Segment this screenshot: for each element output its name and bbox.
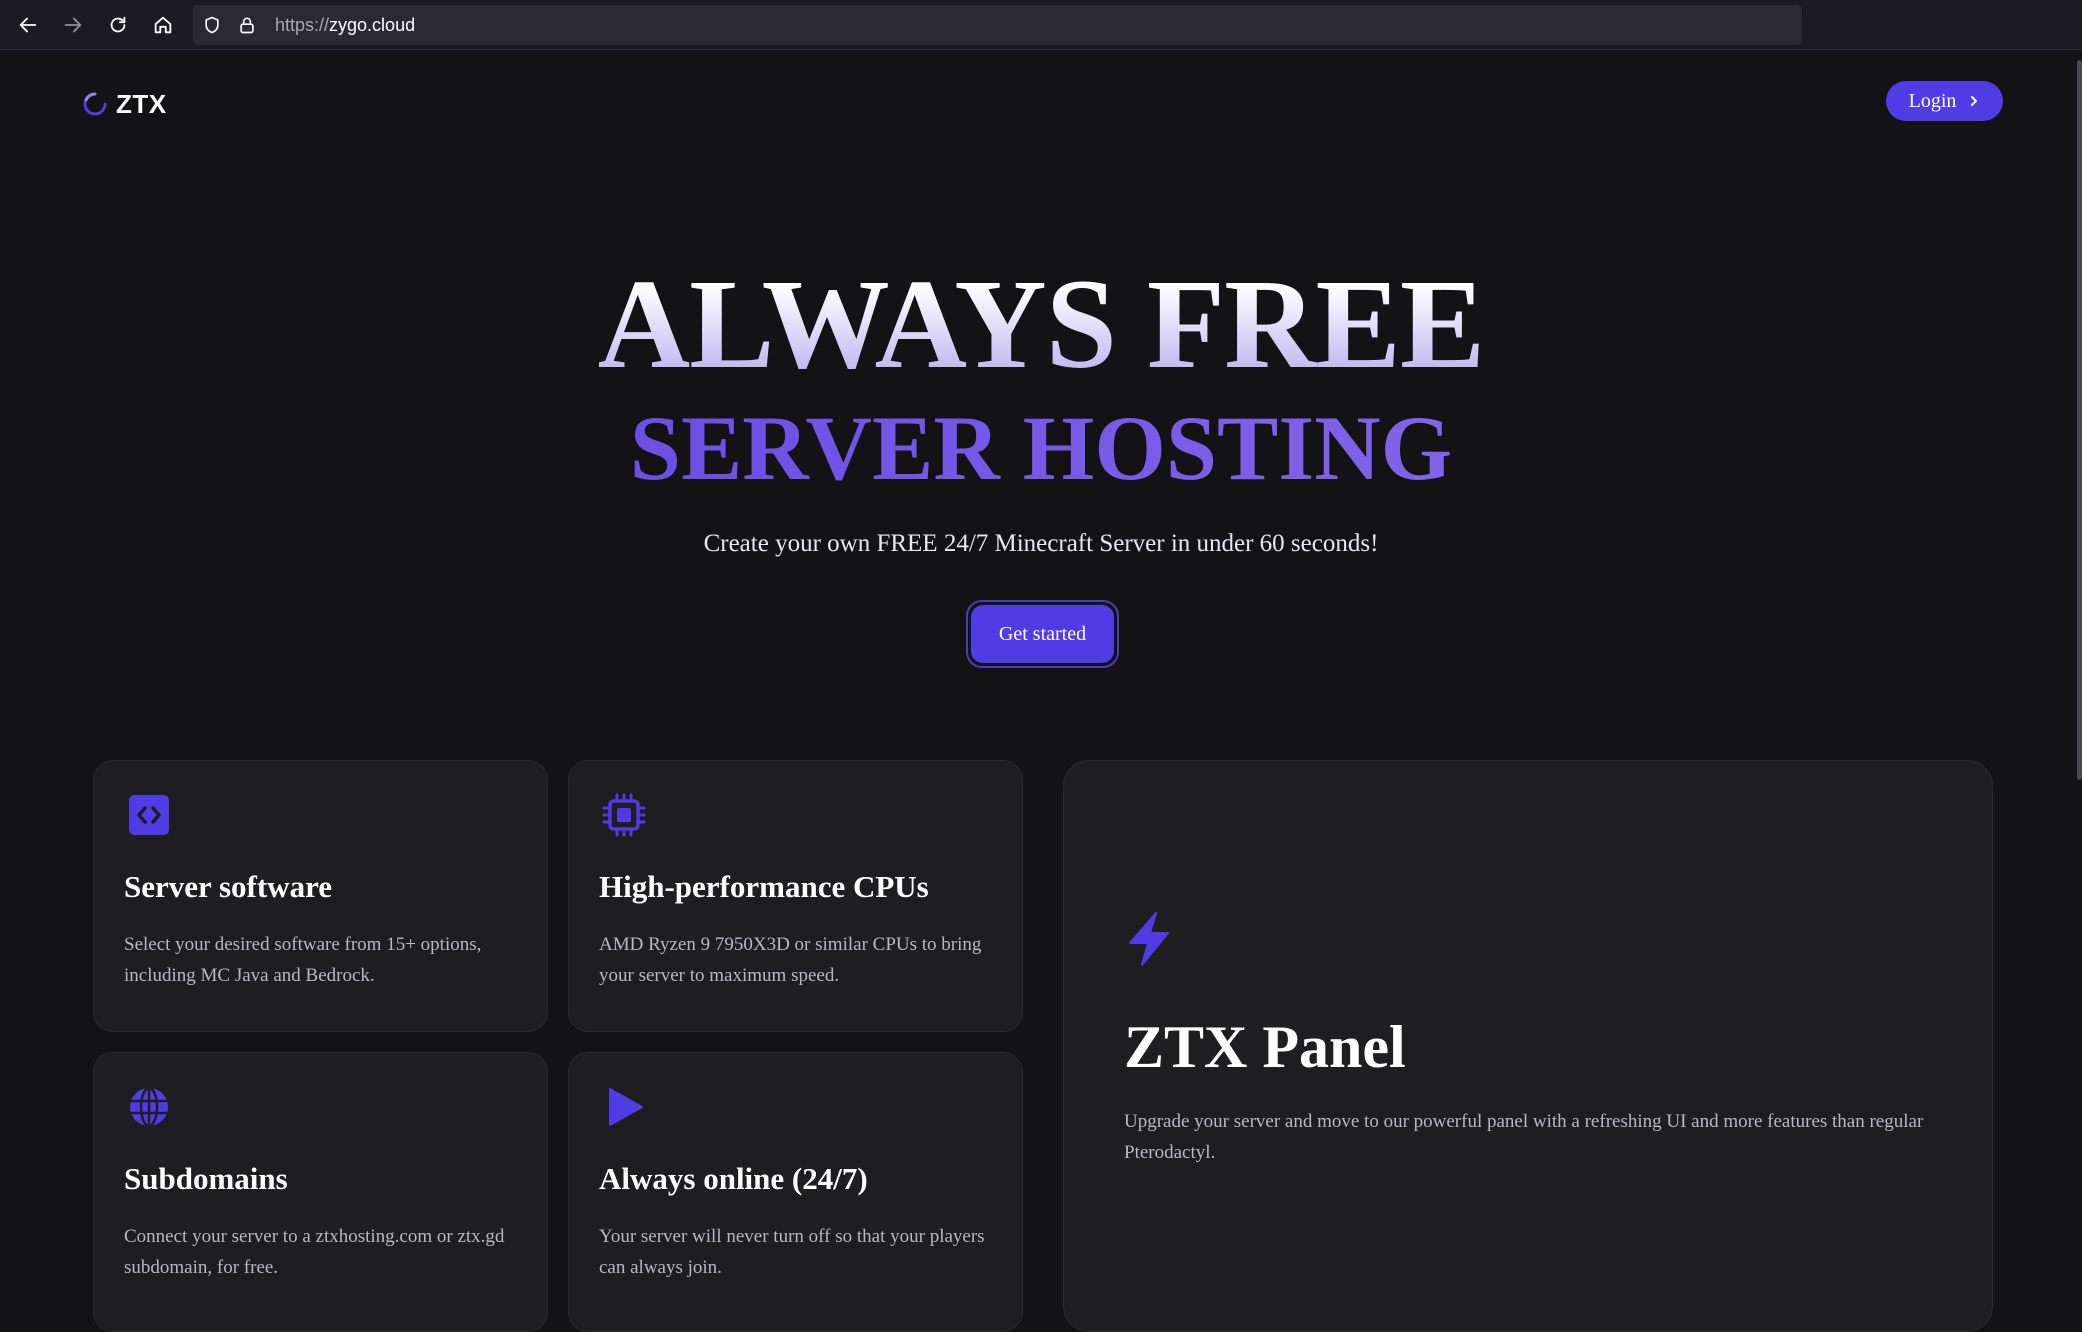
globe-icon	[130, 1086, 168, 1128]
url-host: zygo.cloud	[329, 14, 416, 35]
feature-card-always-online: Always online (24/7) Your server will ne…	[568, 1052, 1023, 1332]
forward-button[interactable]	[57, 9, 89, 41]
lock-icon[interactable]	[237, 15, 257, 35]
home-icon	[154, 16, 172, 34]
browser-toolbar: https://zygo.cloud	[0, 0, 2082, 50]
arrow-left-icon	[19, 17, 37, 33]
feature-title: Server software	[124, 869, 333, 904]
feature-card-subdomains: Subdomains Connect your server to a ztxh…	[93, 1052, 548, 1332]
address-bar[interactable]: https://zygo.cloud	[193, 5, 1802, 45]
feature-card-ztx-panel: ZTX Panel Upgrade your server and move t…	[1063, 760, 1993, 1332]
chevron-right-icon	[1971, 96, 1978, 106]
back-button[interactable]	[12, 9, 44, 41]
shield-icon[interactable]	[202, 15, 222, 35]
feature-title: High-performance CPUs	[599, 869, 929, 904]
hero-title-line2: SERVER HOSTING	[0, 402, 2082, 494]
feature-description: Your server will never turn off so that …	[599, 1226, 985, 1278]
logo[interactable]: ZTX	[82, 88, 167, 120]
play-icon	[609, 1088, 643, 1126]
code-icon	[129, 795, 169, 835]
get-started-button[interactable]: Get started	[966, 600, 1119, 668]
lightning-icon	[1129, 912, 1169, 966]
url-scheme: https://	[275, 14, 330, 35]
panel-description: Upgrade your server and move to our powe…	[1124, 1111, 1924, 1163]
feature-description: Select your desired software from 15+ op…	[124, 934, 482, 986]
url-text[interactable]: https://zygo.cloud	[275, 15, 415, 36]
hero-title-line1: ALWAYS FREE	[0, 260, 2082, 388]
feature-card-server-software: Server software Select your desired soft…	[93, 760, 548, 1032]
feature-description: AMD Ryzen 9 7950X3D or similar CPUs to b…	[599, 934, 982, 986]
page: ZTX Login ALWAYS FREE SERVER HOSTING Cre…	[0, 50, 2082, 1332]
reload-icon	[110, 16, 126, 33]
feature-card-cpus: High-performance CPUs AMD Ryzen 9 7950X3…	[568, 760, 1023, 1032]
reload-button[interactable]	[102, 9, 134, 41]
feature-description: Connect your server to a ztxhosting.com …	[124, 1226, 505, 1278]
logo-text: ZTX	[116, 88, 167, 119]
home-button[interactable]	[147, 9, 179, 41]
hero-subtitle: Create your own FREE 24/7 Minecraft Serv…	[703, 530, 1379, 557]
feature-title: Always online (24/7)	[599, 1161, 868, 1196]
get-started-label: Get started	[971, 605, 1114, 663]
feature-title: Subdomains	[124, 1161, 288, 1196]
arrow-right-icon	[64, 17, 82, 33]
cpu-icon	[602, 793, 646, 837]
login-label: Login	[1908, 89, 1957, 112]
spinner-logo-icon	[83, 92, 107, 116]
panel-title: ZTX Panel	[1124, 1014, 1406, 1080]
login-button[interactable]: Login	[1886, 81, 2003, 121]
